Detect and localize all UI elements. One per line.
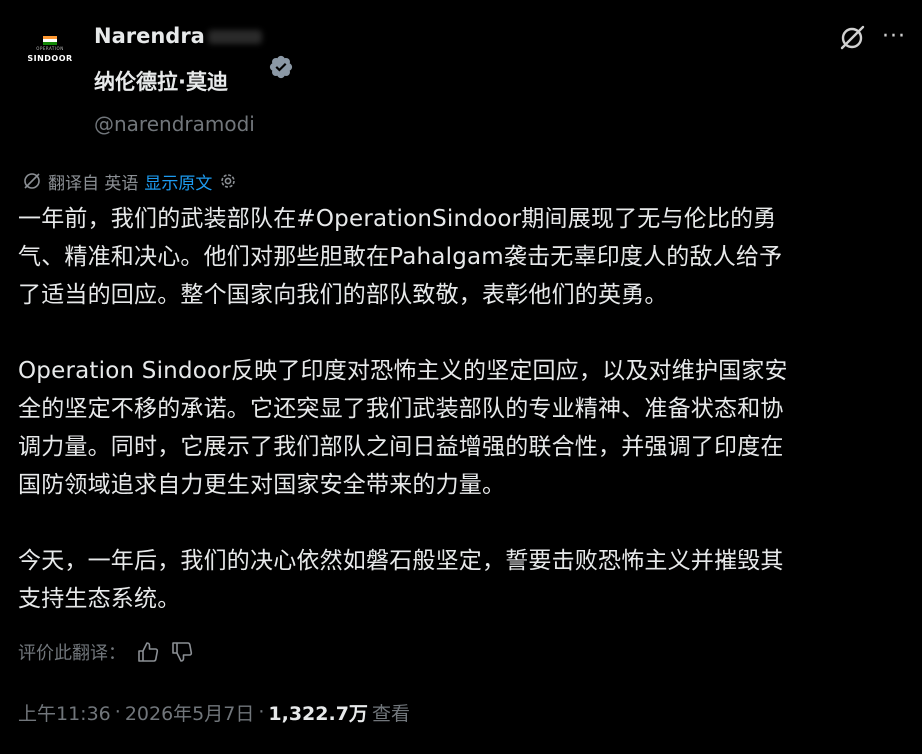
post-date[interactable]: 2026年5月7日 [125, 699, 255, 726]
view-count: 1,322.7万 [268, 702, 368, 725]
avatar-subtext: OPERATION [36, 46, 64, 51]
avatar[interactable]: OPERATION SINDOOR [22, 22, 78, 78]
show-original-link[interactable]: 显示原文 [144, 169, 212, 194]
verified-badge-icon[interactable] [268, 54, 294, 80]
post: OPERATION SINDOOR Narendra 纳伦德拉·莫迪 @nare… [0, 0, 922, 754]
grok-icon[interactable] [838, 24, 866, 52]
thumbs-up-icon[interactable] [136, 640, 160, 664]
post-paragraph-2: Operation Sindoor反映了印度对恐怖主义的坚定回应，以及对维护国家… [18, 358, 788, 498]
rate-translation-label: 评价此翻译： [18, 643, 126, 664]
post-paragraph-3: 今天，一年后，我们的决心依然如磐石般坚定，誓要击败恐怖主义并摧毁其 支持生态系统… [18, 548, 784, 612]
thumbs-down-icon[interactable] [170, 640, 194, 664]
view-count-label: 查看 [371, 702, 410, 725]
blurred-flag-emoji [208, 30, 262, 44]
user-handle[interactable]: @narendramodi [94, 112, 255, 136]
post-paragraph-1: 一年前，我们的武装部队在#OperationSindoor期间展现了无与伦比的勇… [18, 206, 783, 308]
more-icon[interactable]: ··· [882, 26, 906, 48]
gear-icon[interactable] [218, 171, 238, 191]
rate-translation: 评价此翻译： [18, 638, 194, 666]
translated-display-name[interactable]: 纳伦德拉·莫迪 [94, 66, 228, 96]
display-name[interactable]: Narendra [94, 24, 205, 48]
avatar-brand: SINDOOR [27, 54, 73, 63]
post-body: 一年前，我们的武装部队在#OperationSindoor期间展现了无与伦比的勇… [18, 200, 908, 618]
translation-bar: 翻译自 英语 显示原文 [22, 168, 238, 194]
translate-icon [24, 173, 40, 189]
india-flag-icon [43, 36, 57, 45]
post-meta: 上午11:36 · 2026年5月7日 · 1,322.7万 查看 [18, 698, 410, 726]
translated-from-label: 翻译自 英语 [48, 173, 139, 194]
meta-separator: · [258, 701, 265, 723]
meta-separator: · [114, 701, 121, 723]
post-time[interactable]: 上午11:36 [18, 699, 111, 726]
